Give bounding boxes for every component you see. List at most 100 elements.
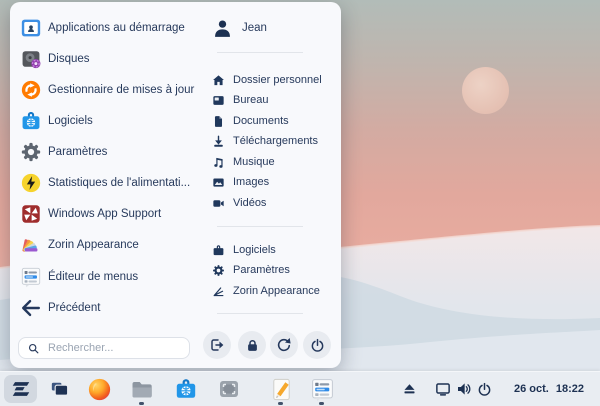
screenshot-icon	[217, 377, 241, 401]
power-button[interactable]	[303, 331, 331, 359]
avatar	[212, 18, 233, 39]
menu-item-label: Logiciels	[48, 115, 93, 127]
zorin-menu-icon	[10, 378, 32, 400]
display-button[interactable]	[435, 381, 451, 397]
power-icon	[477, 382, 492, 397]
window-switcher-button[interactable]	[46, 376, 72, 402]
place-home[interactable]: Dossier personnel	[212, 71, 322, 89]
gear-icon	[212, 264, 225, 277]
running-indicator	[319, 402, 324, 405]
logout-icon	[209, 337, 225, 353]
zorin-appearance-icon	[20, 234, 42, 256]
text-editor-icon	[269, 377, 294, 402]
app-menu-panel: Applications au démarrage Disques Gestio…	[10, 2, 341, 368]
shortcut-label: Paramètres	[233, 264, 290, 276]
place-downloads[interactable]: Téléchargements	[212, 132, 318, 150]
shortcut-settings[interactable]: Paramètres	[212, 261, 290, 279]
menu-item-software[interactable]: Logiciels	[20, 108, 93, 134]
eject-button[interactable]	[402, 382, 417, 397]
menu-editor-button[interactable]	[309, 376, 335, 402]
place-desktop[interactable]: Bureau	[212, 91, 268, 109]
screenshot-button[interactable]	[216, 376, 242, 402]
shortcut-software[interactable]: Logiciels	[212, 241, 276, 259]
firefox-button[interactable]	[86, 376, 112, 402]
user-name: Jean	[242, 22, 267, 34]
place-documents[interactable]: Documents	[212, 112, 289, 130]
zorin-appearance-lines-icon	[212, 285, 225, 298]
place-label: Vidéos	[233, 197, 266, 209]
shortcut-zorin-appearance[interactable]: Zorin Appearance	[212, 282, 320, 300]
software-store-icon	[20, 110, 42, 132]
user-row[interactable]: Jean	[212, 16, 267, 40]
running-indicator	[139, 402, 144, 405]
logout-button[interactable]	[203, 331, 231, 359]
briefcase-icon	[212, 244, 225, 257]
software-store-button[interactable]	[173, 376, 199, 402]
clock[interactable]: 26 oct. 18:22	[514, 372, 584, 406]
place-music[interactable]: Musique	[212, 153, 275, 171]
clock-date: 26 oct.	[514, 383, 549, 395]
menu-item-label: Disques	[48, 53, 90, 65]
menu-item-label: Paramètres	[48, 146, 107, 158]
place-label: Musique	[233, 156, 275, 168]
menu-item-startup-applications[interactable]: Applications au démarrage	[20, 15, 185, 41]
arrow-left-icon	[20, 297, 42, 319]
place-label: Documents	[233, 115, 289, 127]
search-input[interactable]	[46, 341, 181, 355]
software-store-icon	[174, 377, 198, 401]
menu-item-power-statistics[interactable]: Statistiques de l'alimentati...	[20, 170, 190, 196]
menu-editor-icon	[20, 266, 42, 288]
menu-item-settings[interactable]: Paramètres	[20, 139, 107, 165]
menu-item-label: Windows App Support	[48, 208, 161, 220]
menu-item-label: Statistiques de l'alimentati...	[48, 177, 190, 189]
place-label: Téléchargements	[233, 135, 318, 147]
menu-item-menu-editor[interactable]: Éditeur de menus	[20, 264, 138, 290]
image-icon	[212, 176, 225, 189]
menu-back-label: Précédent	[48, 302, 100, 314]
clock-time: 18:22	[556, 383, 584, 395]
restart-icon	[276, 337, 292, 353]
startup-apps-icon	[20, 17, 42, 39]
home-icon	[212, 74, 225, 87]
menu-back-button[interactable]: Précédent	[20, 295, 100, 321]
disks-icon	[20, 48, 42, 70]
menu-item-label: Zorin Appearance	[48, 239, 139, 251]
menu-item-disks[interactable]: Disques	[20, 46, 90, 72]
place-videos[interactable]: Vidéos	[212, 194, 266, 212]
divider	[217, 313, 303, 314]
place-label: Images	[233, 176, 269, 188]
text-editor-button[interactable]	[268, 376, 294, 402]
download-icon	[212, 135, 225, 148]
menu-item-label: Applications au démarrage	[48, 22, 185, 34]
menu-item-zorin-appearance[interactable]: Zorin Appearance	[20, 232, 139, 258]
divider	[217, 226, 303, 227]
shortcut-label: Logiciels	[233, 244, 276, 256]
shortcut-label: Zorin Appearance	[233, 285, 320, 297]
files-icon	[130, 377, 154, 401]
lock-button[interactable]	[238, 331, 266, 359]
menu-item-label: Éditeur de menus	[48, 271, 138, 283]
lock-icon	[245, 338, 260, 353]
eject-icon	[402, 382, 417, 397]
software-updater-icon	[20, 79, 42, 101]
menu-item-windows-app-support[interactable]: Windows App Support	[20, 201, 161, 227]
menu-item-software-updater[interactable]: Gestionnaire de mises à jour	[20, 77, 194, 103]
restart-button[interactable]	[270, 331, 298, 359]
music-icon	[212, 156, 225, 169]
files-button[interactable]	[129, 376, 155, 402]
desktop-icon	[212, 94, 225, 107]
place-label: Bureau	[233, 94, 268, 106]
settings-icon	[20, 141, 42, 163]
taskbar: 26 oct. 18:22	[0, 371, 600, 406]
video-icon	[212, 197, 225, 210]
display-icon	[435, 381, 451, 397]
search-bar[interactable]	[18, 337, 190, 359]
power-tray-button[interactable]	[477, 382, 492, 397]
zorin-menu-button[interactable]	[4, 375, 37, 403]
power-icon	[310, 338, 325, 353]
menu-editor-icon	[310, 377, 335, 402]
place-pictures[interactable]: Images	[212, 173, 269, 191]
volume-button[interactable]	[456, 381, 472, 397]
running-indicator	[278, 402, 283, 405]
volume-icon	[456, 381, 472, 397]
